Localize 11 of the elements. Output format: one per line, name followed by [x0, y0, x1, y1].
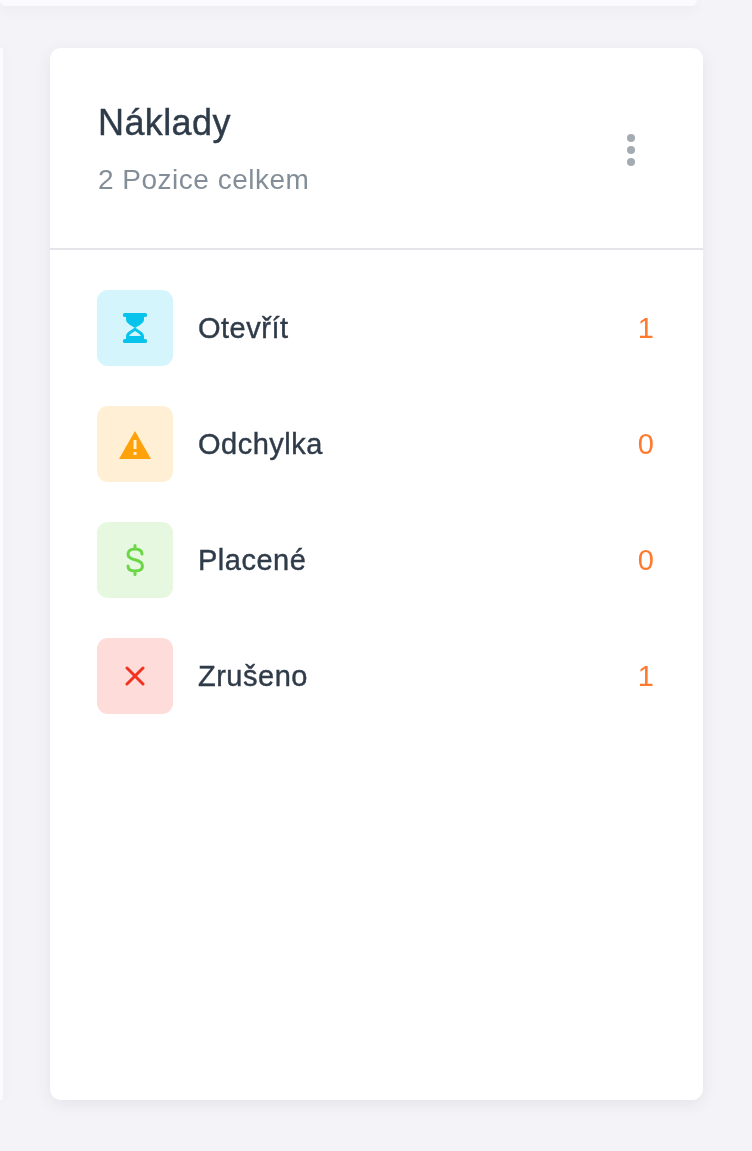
status-label: Zrušeno [198, 659, 309, 694]
status-count: 1 [637, 311, 654, 346]
status-count: 0 [637, 543, 654, 578]
more-options-icon[interactable] [627, 133, 635, 166]
status-count: 0 [637, 427, 654, 462]
card-subtitle: 2 Pozice celkem [98, 163, 310, 197]
status-count: 1 [637, 659, 654, 694]
status-label: Odchylka [198, 427, 324, 462]
status-label: Placené [198, 543, 308, 578]
card-title: Náklady [98, 101, 232, 145]
status-label: Otevřít [198, 311, 290, 346]
